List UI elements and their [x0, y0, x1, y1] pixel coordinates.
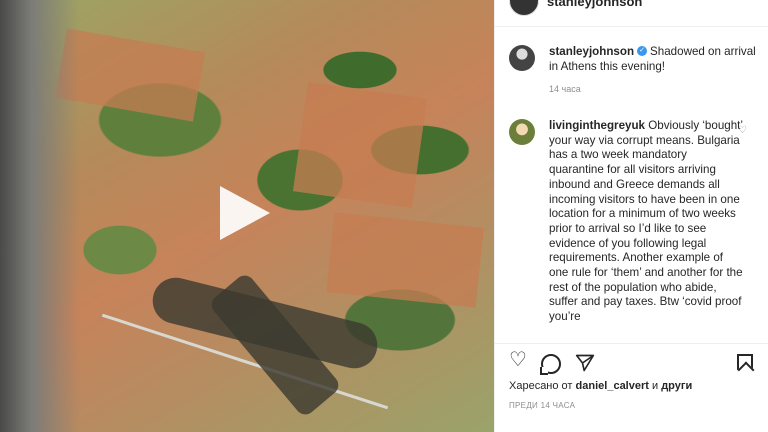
comment-text-block: livinginthegreyuk Obviously ‘bought’ you… [549, 119, 743, 325]
airplane-window-edge [0, 0, 80, 432]
instagram-post-modal: stanleyjohnson stanleyjohnson ✓ Shadowed o… [0, 0, 768, 432]
post-timestamp[interactable]: ПРЕДИ 14 ЧАСА [509, 401, 575, 410]
comment-icon[interactable] [541, 354, 561, 374]
likes-connector: и [651, 380, 659, 392]
likes-user[interactable]: daniel_calvert [576, 380, 649, 392]
commenter-avatar[interactable] [509, 119, 535, 145]
share-icon[interactable] [575, 353, 595, 378]
caption-timestamp[interactable]: 14 часа [549, 84, 761, 94]
comment-like-heart-icon[interactable]: ♡ [738, 125, 747, 136]
header-username[interactable]: stanleyjohnson [547, 0, 642, 9]
post-header: stanleyjohnson [495, 0, 768, 27]
post-video[interactable] [0, 0, 494, 432]
likes-prefix: Харесано от [509, 380, 573, 392]
post-sidebar: stanleyjohnson stanleyjohnson ✓ Shadowed o… [494, 0, 768, 432]
action-bar: ♡ [495, 343, 768, 382]
heart-icon[interactable]: ♡ [509, 347, 527, 372]
comment-text: Obviously ‘bought’ your way via corrupt … [549, 119, 743, 324]
comment-item: livinginthegreyuk Obviously ‘bought’ you… [509, 119, 761, 325]
header-avatar[interactable] [509, 0, 539, 16]
caption-username[interactable]: stanleyjohnson [549, 45, 634, 58]
field-patch [326, 212, 484, 308]
verified-badge-icon: ✓ [637, 45, 648, 56]
caption-text-block: stanleyjohnson ✓ Shadowed on arrival in At… [549, 45, 761, 74]
bookmark-icon[interactable] [737, 354, 753, 370]
likes-others[interactable]: други [661, 380, 692, 392]
likes-line: Харесано от daniel_calvert и други [509, 380, 692, 392]
play-icon[interactable] [220, 186, 270, 240]
caption-avatar[interactable] [509, 45, 535, 71]
comment-username[interactable]: livinginthegreyuk [549, 119, 645, 132]
caption-comment: stanleyjohnson ✓ Shadowed on arrival in At… [509, 45, 761, 94]
field-patch [292, 82, 428, 208]
